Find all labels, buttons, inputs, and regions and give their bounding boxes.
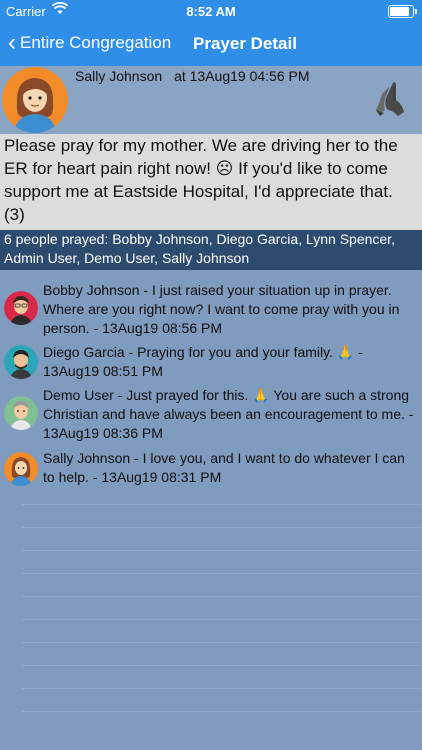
- comment-text: Bobby Johnson - I just raised your situa…: [43, 282, 400, 336]
- post-header: Sally Johnson at 13Aug19 04:56 PM: [0, 66, 422, 134]
- navigation-bar: ‹ Entire Congregation Prayer Detail: [0, 22, 422, 66]
- post-author: Sally Johnson: [75, 68, 163, 84]
- status-time: 8:52 AM: [186, 4, 236, 19]
- comment-item: Sally Johnson - I love you, and I want t…: [0, 449, 422, 489]
- chevron-left-icon: ‹: [8, 29, 16, 56]
- row-separator: [22, 573, 422, 574]
- row-separator: [22, 665, 422, 666]
- comment-item: Demo User - Just prayed for this. 🙏 You …: [0, 386, 422, 446]
- row-separator: [22, 504, 422, 505]
- post-timestamp: at 13Aug19 04:56 PM: [174, 68, 310, 84]
- back-button[interactable]: ‹ Entire Congregation: [8, 30, 171, 56]
- prayer-request-text: Please pray for my mother. We are drivin…: [0, 134, 422, 230]
- comment-item: Diego Garcia - Praying for you and your …: [0, 343, 422, 383]
- commenter-avatar[interactable]: [4, 291, 38, 325]
- status-bar: Carrier 8:52 AM: [0, 0, 422, 22]
- prayed-summary: 6 people prayed: Bobby Johnson, Diego Ga…: [0, 230, 422, 270]
- author-avatar[interactable]: [2, 67, 68, 133]
- woman-avatar-icon: [2, 67, 68, 133]
- praying-hands-icon[interactable]: [374, 80, 408, 118]
- back-button-label: Entire Congregation: [20, 33, 172, 52]
- row-separator: [22, 596, 422, 597]
- man-avatar-icon: [4, 291, 38, 325]
- commenter-avatar[interactable]: [4, 396, 38, 430]
- man-avatar-icon: [4, 345, 38, 379]
- row-separator: [22, 642, 422, 643]
- row-separator: [22, 688, 422, 689]
- row-separator: [22, 550, 422, 551]
- commenter-avatar[interactable]: [4, 452, 38, 486]
- post-meta: Sally Johnson at 13Aug19 04:56 PM: [75, 68, 310, 84]
- page-title: Prayer Detail: [193, 34, 297, 53]
- comment-text: Diego Garcia - Praying for you and your …: [43, 344, 363, 379]
- row-separator: [22, 527, 422, 528]
- row-separator: [22, 619, 422, 620]
- man-avatar-icon: [4, 396, 38, 430]
- empty-rows: [22, 504, 422, 734]
- comment-text: Demo User - Just prayed for this. 🙏 You …: [43, 387, 414, 441]
- comment-text: Sally Johnson - I love you, and I want t…: [43, 450, 405, 485]
- comment-item: Bobby Johnson - I just raised your situa…: [0, 281, 422, 341]
- battery-icon: [388, 5, 417, 18]
- battery-level: [390, 7, 409, 16]
- commenter-avatar[interactable]: [4, 345, 38, 379]
- woman-avatar-icon: [4, 452, 38, 486]
- row-separator: [22, 711, 422, 712]
